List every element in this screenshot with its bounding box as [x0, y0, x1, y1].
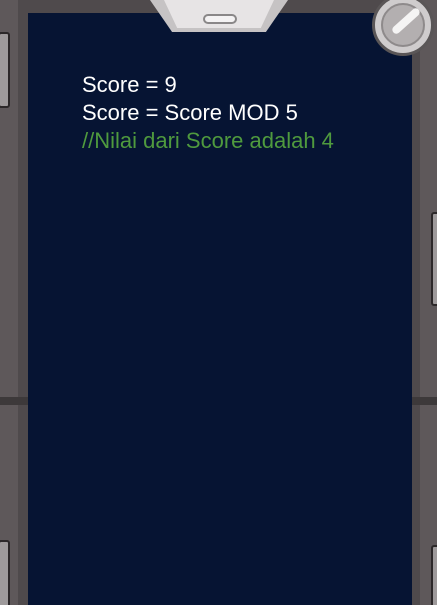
frame-seam-left	[0, 397, 28, 405]
side-button-lower	[431, 545, 437, 605]
code-line-comment: //Nilai dari Score adalah 4	[82, 128, 334, 153]
phone-screen: Score = 9 Score = Score MOD 5 //Nilai da…	[28, 13, 412, 605]
camera-lens-icon	[372, 0, 434, 56]
frame-seam-right	[412, 397, 437, 405]
power-button	[431, 212, 437, 306]
phone-mockup: Score = 9 Score = Score MOD 5 //Nilai da…	[0, 0, 437, 605]
code-block: Score = 9 Score = Score MOD 5 //Nilai da…	[82, 71, 334, 155]
code-line-mod-operation: Score = Score MOD 5	[82, 100, 298, 125]
volume-down-button	[0, 540, 10, 605]
code-line-assign-score: Score = 9	[82, 72, 177, 97]
earpiece-speaker-icon	[203, 14, 237, 24]
volume-up-button	[0, 32, 10, 108]
